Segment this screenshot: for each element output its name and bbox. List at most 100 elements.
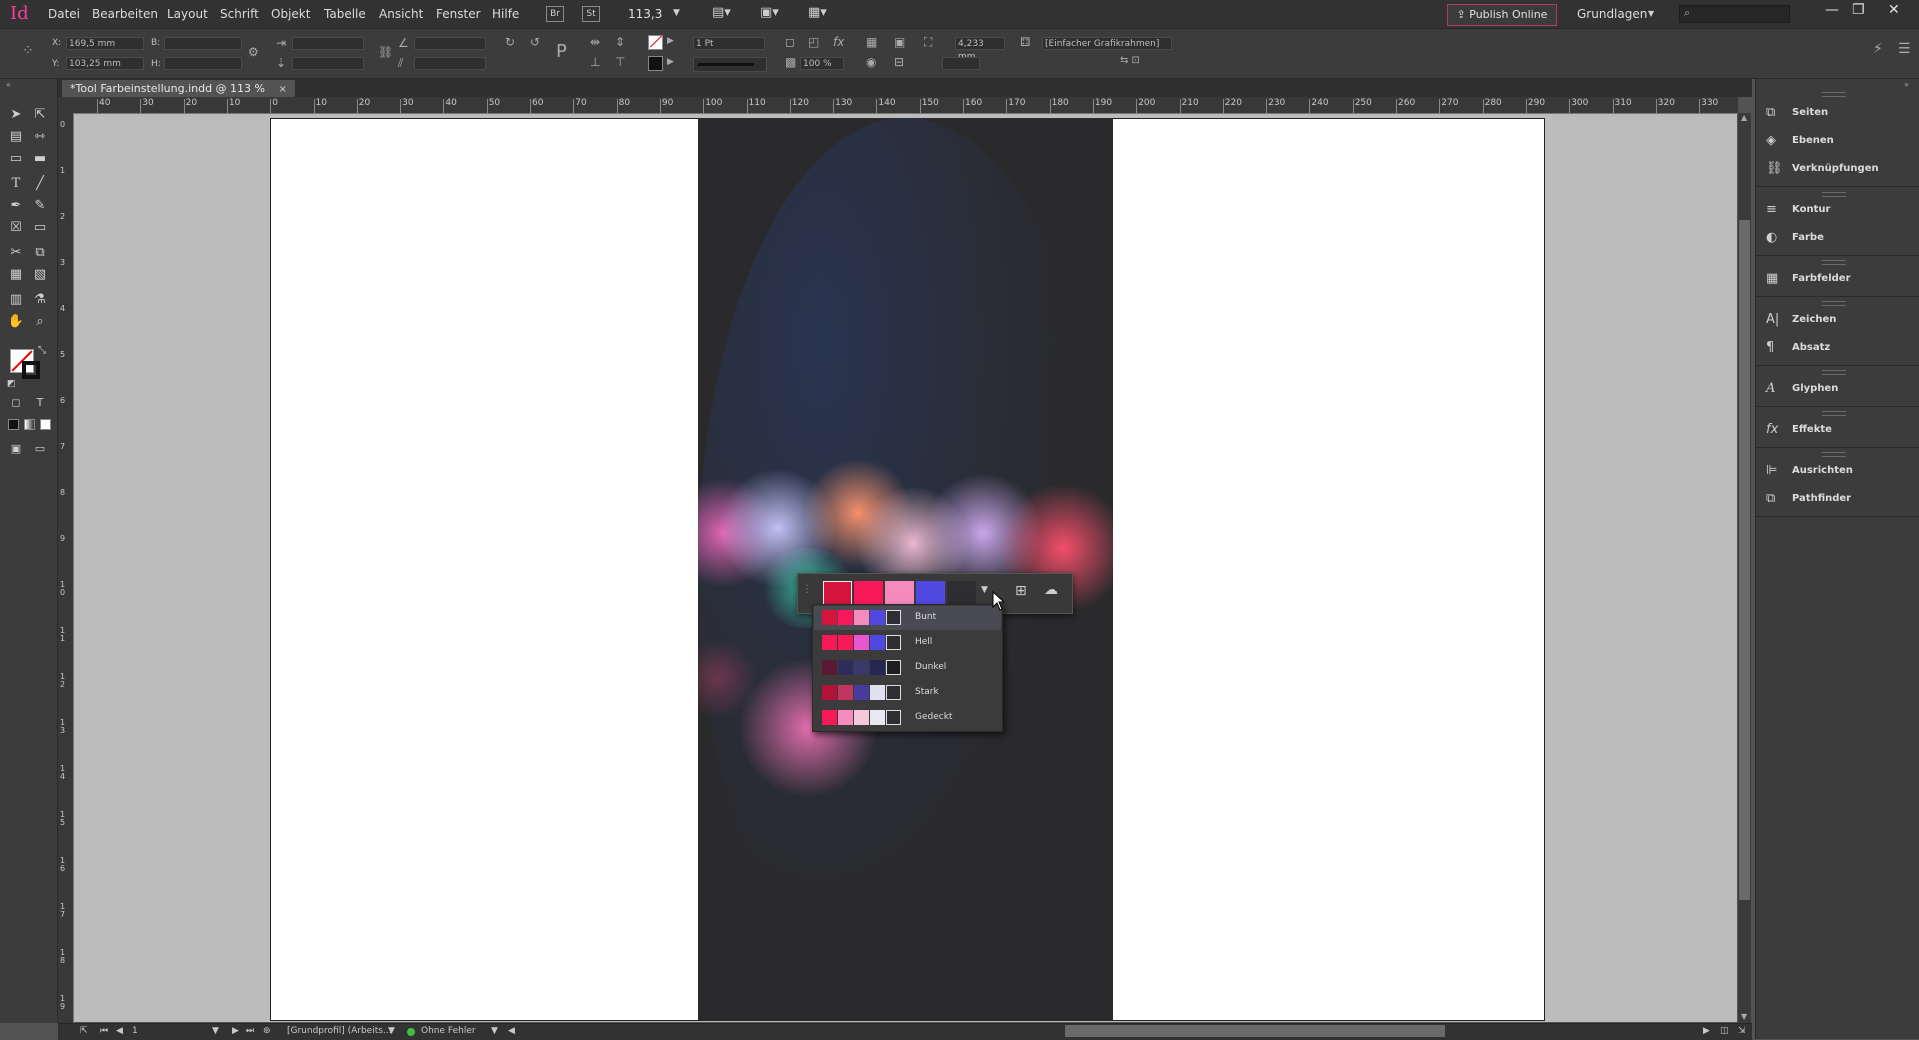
resize-icon[interactable]: ⇲ bbox=[1738, 1026, 1746, 1036]
menu-fenster[interactable]: Fenster bbox=[436, 7, 481, 21]
panel-tab-seiten[interactable]: ⧉ Seiten bbox=[1763, 102, 1913, 124]
rotate-cw-icon[interactable]: ↻ bbox=[505, 35, 515, 49]
fit-offset-field[interactable]: 4,233 mm bbox=[955, 37, 1005, 62]
search-input[interactable]: ⌕ bbox=[1679, 5, 1790, 23]
rotation-field[interactable] bbox=[414, 37, 486, 50]
select-content-icon[interactable]: ⊤ bbox=[615, 55, 625, 69]
formatting-text-icon[interactable]: T bbox=[30, 394, 50, 412]
screen-mode-tool-icon[interactable]: ▭ bbox=[30, 440, 50, 458]
horizontal-ruler[interactable]: 40 30 20 10 0 10 20 30 40 50 60 70 80 90 100 110 120 130 1… bbox=[73, 97, 1738, 114]
scale-x-field[interactable] bbox=[292, 37, 364, 50]
cloud-library-icon[interactable]: ☁ bbox=[1044, 582, 1058, 598]
restore-icon[interactable]: ❐ bbox=[1852, 2, 1865, 18]
ruler-origin[interactable] bbox=[58, 97, 73, 113]
free-transform-tool-icon[interactable]: ⧉ bbox=[30, 244, 50, 262]
widget-grip-icon[interactable]: ⋮ bbox=[802, 584, 812, 595]
fitting-icon[interactable]: ⛶ bbox=[924, 35, 932, 50]
menu-bearbeiten[interactable]: Bearbeiten bbox=[92, 7, 158, 21]
effects-fx-icon[interactable]: fx bbox=[833, 35, 844, 49]
shear-field[interactable] bbox=[414, 57, 486, 70]
panel-group-grip[interactable] bbox=[1822, 452, 1846, 457]
stroke-type-select[interactable] bbox=[693, 57, 767, 72]
close-icon[interactable]: ✕ bbox=[1888, 2, 1900, 18]
fill-swatch[interactable] bbox=[648, 35, 663, 50]
stroke-style-select[interactable] bbox=[942, 57, 980, 70]
eyedropper-tool-icon[interactable]: ⚗ bbox=[30, 291, 50, 309]
expand-dock-icon[interactable]: » bbox=[1904, 80, 1909, 89]
panel-menu-icon[interactable]: ☰ bbox=[1898, 41, 1911, 57]
selection-tool-icon[interactable]: ➤ bbox=[6, 106, 26, 124]
apply-gradient-icon[interactable] bbox=[24, 419, 35, 430]
menu-schrift[interactable]: Schrift bbox=[220, 7, 259, 21]
add-to-swatches-icon[interactable]: ⊞ bbox=[1015, 583, 1027, 599]
scale-y-field[interactable] bbox=[292, 57, 364, 70]
document-tab[interactable]: *Tool Farbeinstellung.indd @ 113 % × bbox=[62, 80, 295, 97]
panel-tab-farbfelder[interactable]: ▦ Farbfelder bbox=[1763, 268, 1913, 290]
rectangle-frame-tool-icon[interactable]: ☒ bbox=[6, 219, 26, 237]
panel-group-grip[interactable] bbox=[1822, 370, 1846, 375]
gap-tool-icon[interactable]: ⇿ bbox=[30, 128, 50, 146]
panel-tab-pathfinder[interactable]: ⧉ Pathfinder bbox=[1763, 488, 1913, 510]
panel-tab-verknuepfungen[interactable]: ⛓ Verknüpfungen bbox=[1763, 158, 1913, 180]
reference-point-icon[interactable]: ⁘ bbox=[22, 43, 34, 59]
line-tool-icon[interactable]: ╱ bbox=[30, 175, 50, 193]
stock-button[interactable]: St bbox=[582, 6, 600, 22]
menu-tabelle[interactable]: Tabelle bbox=[324, 7, 366, 21]
fit-content-icon[interactable]: ▣ bbox=[894, 35, 905, 49]
panel-tab-ausrichten[interactable]: ⊫ Ausrichten bbox=[1763, 460, 1913, 482]
preflight-profile[interactable]: [Grundprofil] (Arbeits... bbox=[287, 1026, 392, 1036]
scissors-tool-icon[interactable]: ✂ bbox=[6, 244, 26, 262]
page-tool-icon[interactable]: ▤ bbox=[6, 128, 26, 146]
scroll-up-icon[interactable]: ▲ bbox=[1741, 113, 1747, 122]
minimize-icon[interactable]: — bbox=[1825, 2, 1839, 18]
scroll-right-icon[interactable]: ▶ bbox=[1703, 1026, 1710, 1036]
stroke-color-icon[interactable] bbox=[22, 361, 40, 379]
flip-vertical-icon[interactable]: ⇕ bbox=[615, 35, 625, 49]
view-options-icon[interactable]: ▤▾ bbox=[712, 5, 731, 20]
panel-group-grip[interactable] bbox=[1822, 411, 1846, 416]
panel-tab-glyphen[interactable]: A Glyphen bbox=[1763, 378, 1913, 400]
width-field[interactable] bbox=[164, 37, 242, 50]
menu-layout[interactable]: Layout bbox=[167, 7, 208, 21]
note-tool-icon[interactable]: ▥ bbox=[6, 291, 26, 309]
first-page-icon[interactable]: ⏮ bbox=[100, 1026, 108, 1036]
quick-apply-icon[interactable]: ⚡ bbox=[1873, 41, 1883, 57]
theme-option-stark[interactable]: Stark bbox=[814, 681, 1001, 705]
panel-group-grip[interactable] bbox=[1822, 260, 1846, 265]
panel-tab-effekte[interactable]: fx Effekte bbox=[1763, 419, 1913, 441]
x-position-field[interactable]: 169,5 mm bbox=[66, 37, 144, 50]
menu-ansicht[interactable]: Ansicht bbox=[379, 7, 423, 21]
path-type-icon[interactable]: P bbox=[556, 41, 567, 62]
zoom-tool-icon[interactable]: ⌕ bbox=[30, 313, 50, 331]
workspace-dropdown-icon[interactable]: ▼ bbox=[1648, 9, 1654, 18]
theme-swatch[interactable] bbox=[947, 581, 976, 606]
formatting-container-icon[interactable]: ◻ bbox=[6, 394, 26, 412]
theme-option-dunkel[interactable]: Dunkel bbox=[814, 656, 1001, 680]
corner-options-icon[interactable]: ◰ bbox=[808, 35, 819, 49]
rotate-ccw-icon[interactable]: ↺ bbox=[530, 35, 540, 49]
vertical-scroll-thumb[interactable] bbox=[1739, 220, 1750, 900]
flip-horizontal-icon[interactable]: ⇹ bbox=[590, 35, 600, 49]
gradient-swatch-tool-icon[interactable]: ▦ bbox=[6, 266, 26, 284]
theme-swatch[interactable] bbox=[885, 581, 914, 606]
rectangle-tool-icon[interactable]: ▭ bbox=[30, 219, 50, 237]
type-tool-icon[interactable]: T bbox=[6, 175, 26, 193]
normal-view-icon[interactable]: ▣ bbox=[6, 440, 26, 458]
bridge-button[interactable]: Br bbox=[546, 6, 564, 22]
workspace-switcher[interactable]: Grundlagen bbox=[1577, 7, 1647, 21]
menu-objekt[interactable]: Objekt bbox=[271, 7, 310, 21]
panel-group-grip[interactable] bbox=[1822, 192, 1846, 197]
fill-frame-icon[interactable]: ⊟ bbox=[894, 55, 904, 69]
apply-none-icon[interactable] bbox=[40, 419, 51, 430]
panel-tab-kontur[interactable]: ≡ Kontur bbox=[1763, 199, 1913, 221]
text-wrap-icon[interactable]: ▦ bbox=[866, 35, 877, 49]
open-page-icon[interactable]: ⇱ bbox=[80, 1026, 88, 1036]
screen-mode-icon[interactable]: ▣▾ bbox=[760, 5, 779, 20]
last-page-icon[interactable]: ⏭ bbox=[246, 1026, 254, 1036]
opacity-field[interactable]: 100 % bbox=[800, 57, 844, 70]
content-collector-icon[interactable]: ▭ bbox=[6, 150, 26, 168]
pen-tool-icon[interactable]: ✒ bbox=[6, 197, 26, 215]
vertical-ruler[interactable]: 0 1 2 3 4 5 6 7 8 9 10 11 12 13 14 15 16 17 18 19 bbox=[58, 113, 74, 1023]
select-container-icon[interactable]: ⊥ bbox=[590, 55, 600, 69]
link-scale-icon[interactable]: ⛓ bbox=[378, 45, 393, 59]
